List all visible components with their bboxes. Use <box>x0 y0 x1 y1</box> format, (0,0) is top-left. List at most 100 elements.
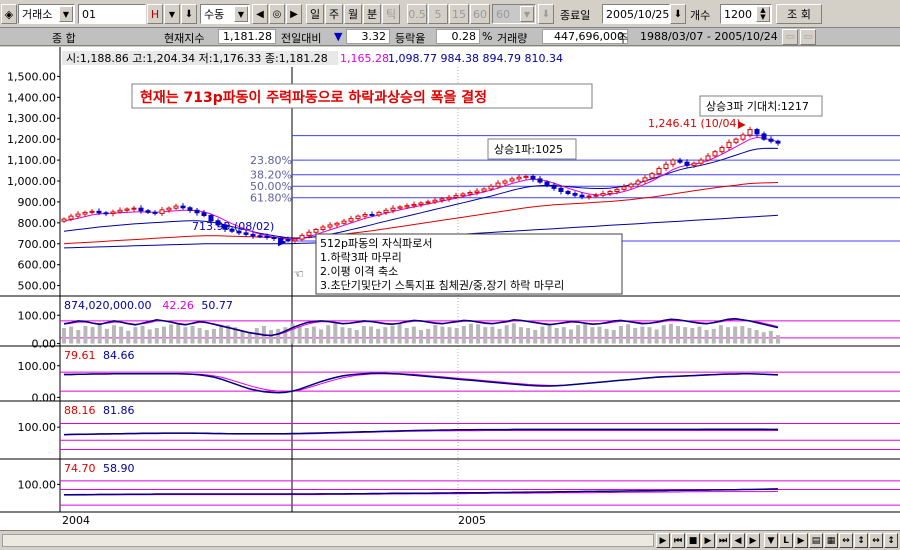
chevron-down-icon[interactable]: ▼ <box>520 6 534 22</box>
period-tick-button[interactable]: 틱 <box>382 4 400 24</box>
low-label: 713.99 (08/02) <box>192 220 274 233</box>
panel-bar <box>169 324 174 344</box>
table-icon[interactable]: ▦ <box>824 533 838 548</box>
scroll-right-icon[interactable]: ▶ <box>656 533 670 548</box>
candle-body <box>96 210 102 214</box>
vertical-expand-icon[interactable]: ↕ <box>854 533 868 548</box>
stop-icon[interactable]: ■ <box>686 533 700 548</box>
zoom-down-icon[interactable]: ▼ <box>764 533 778 548</box>
panel-bar <box>761 332 766 344</box>
minute-opt-button[interactable]: 15 <box>449 4 469 24</box>
panel-bar <box>433 324 438 344</box>
candle-body <box>362 213 368 217</box>
candle-body <box>187 207 193 211</box>
x-label-2005: 2005 <box>458 514 486 527</box>
query-button[interactable]: 조 회 <box>776 4 822 24</box>
panel-bar <box>390 325 395 344</box>
panel-bar <box>90 327 95 344</box>
period-week-button[interactable]: 주 <box>325 4 343 24</box>
spin-icon[interactable]: ▲ ▼ <box>756 6 770 22</box>
panel-bar <box>640 326 645 344</box>
down-arrow-icon[interactable]: ⬇ <box>538 4 554 24</box>
h-button[interactable]: H <box>147 4 163 24</box>
candle-body <box>544 181 550 186</box>
candle-body <box>173 205 179 209</box>
candle-body <box>691 162 697 166</box>
chart-svg[interactable]: 23.80%38.20%50.00%61.80% ▶▶ 1,500.001,40… <box>0 47 900 530</box>
scroll-right2-icon[interactable]: ▶ <box>746 533 760 548</box>
panel-bar <box>361 326 366 344</box>
panel-bar <box>454 328 459 344</box>
period-minute-button[interactable]: 분 <box>363 4 381 24</box>
candle-body <box>733 138 739 143</box>
candle-body <box>341 220 347 224</box>
candle-body <box>642 177 648 182</box>
candle-body <box>530 175 536 180</box>
candle-body <box>726 141 732 149</box>
candle-body <box>502 180 508 184</box>
candle-body <box>397 206 403 209</box>
count-stepper[interactable]: 1200 ▲ ▼ <box>720 4 772 24</box>
panel-bar <box>176 323 181 344</box>
code-input[interactable]: 01 <box>78 4 146 24</box>
chevron-down-icon[interactable]: ▼ <box>234 6 248 22</box>
chart-area[interactable]: 23.80% 38.20% 50.00% 61.80% ▶ ▶ 1,500.00 1,40… <box>0 47 900 530</box>
play-icon[interactable]: ▶ <box>701 533 715 548</box>
period-month-button[interactable]: 월 <box>344 4 362 24</box>
panel-bar <box>683 327 688 344</box>
panel-bar <box>468 323 473 344</box>
end-date-input[interactable]: 2005/10/25 <box>602 4 670 24</box>
market-select[interactable]: 거래소 ▼ <box>18 4 75 24</box>
count-value: 1200 <box>724 7 752 21</box>
candle-body <box>593 194 599 197</box>
panel-header-value: 81.86 <box>103 404 135 417</box>
candle-body <box>663 163 669 169</box>
copy-icon[interactable]: ▭ <box>800 29 816 45</box>
minute-opt-button[interactable]: 0.5 <box>407 4 427 24</box>
candle-body <box>600 193 606 196</box>
candle-body <box>467 192 473 195</box>
candle-body <box>243 232 249 235</box>
scrollbar[interactable]: ▶ ⏮ ■ ▶ ⏭ ◀ ▶ ▼ L ▶ ▤ ▦ ↔ ↕ ↔ ↕ <box>0 530 900 550</box>
collapse-icon[interactable]: ↕ <box>884 533 898 548</box>
candle-body <box>138 207 144 212</box>
candle-body <box>180 205 186 209</box>
candle-body <box>61 218 67 222</box>
panel-bar <box>440 326 445 344</box>
note-line: 1.하락3파 마무리 <box>320 250 402 264</box>
layout-icon[interactable]: ▤ <box>809 533 823 548</box>
candle-body <box>327 224 333 228</box>
mode-select[interactable]: 수동 ▼ <box>200 4 250 24</box>
horizontal-expand-icon[interactable]: ↔ <box>869 533 883 548</box>
panel-tick-label: 0.00 <box>32 338 57 351</box>
next-icon[interactable]: ▶ <box>286 4 302 24</box>
panel-bar <box>554 328 559 344</box>
last-icon[interactable]: ⏭ <box>716 533 730 548</box>
period-day-button[interactable]: 일 <box>306 4 324 24</box>
menu-icon[interactable]: ◈ <box>1 4 17 24</box>
log-icon[interactable]: L <box>779 533 793 548</box>
first-icon[interactable]: ⏮ <box>671 533 685 548</box>
minute-select[interactable]: 60 ▼ <box>492 4 536 24</box>
candle-body <box>194 209 200 214</box>
dropdown-arrow-icon[interactable]: ▼ <box>164 4 180 24</box>
minute-opt-button[interactable]: 60 <box>470 4 490 24</box>
minute-opt-button[interactable]: 5 <box>428 4 448 24</box>
chevron-down-icon[interactable]: ▼ <box>59 6 73 22</box>
down-arrow-icon[interactable]: ⬇ <box>181 4 197 24</box>
candle-body <box>89 210 95 213</box>
scroll-track[interactable] <box>2 534 654 547</box>
panel-bar <box>711 328 716 344</box>
percent-sign: % <box>482 30 493 43</box>
target-icon[interactable]: ◎ <box>269 4 285 24</box>
calendar-arrow-icon[interactable]: ⬇ <box>670 4 686 24</box>
panel-series-a <box>63 428 778 436</box>
panel-bar <box>326 325 331 344</box>
scroll-left-icon[interactable]: ◀ <box>731 533 745 548</box>
next-page-icon[interactable]: ▶ <box>794 533 808 548</box>
print-icon[interactable]: ▭ <box>782 29 798 45</box>
candle-body <box>117 209 123 213</box>
expand-icon[interactable]: ↔ <box>839 533 853 548</box>
prev-icon[interactable]: ◀ <box>252 4 268 24</box>
candle-body <box>390 207 396 211</box>
